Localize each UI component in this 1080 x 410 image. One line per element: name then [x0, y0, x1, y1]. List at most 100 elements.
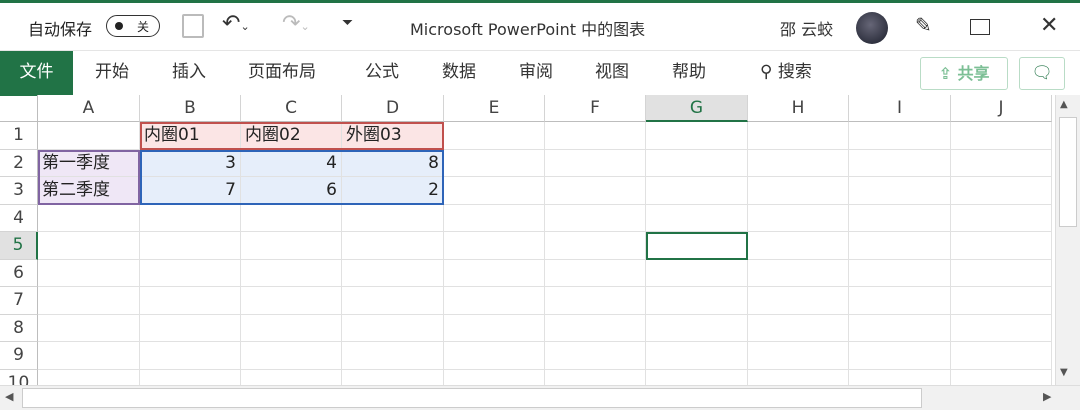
cell-A7[interactable]	[38, 287, 140, 315]
cell-J1[interactable]	[951, 122, 1052, 150]
undo-icon[interactable]: ↶⌄	[222, 11, 250, 36]
column-header-H[interactable]: H	[748, 95, 849, 122]
row-header-6[interactable]: 6	[0, 259, 38, 287]
cell-F9[interactable]	[545, 342, 646, 370]
column-header-E[interactable]: E	[444, 95, 545, 122]
cell-C5[interactable]	[241, 232, 342, 260]
cell-D6[interactable]	[342, 259, 444, 287]
search-box[interactable]: ⚲ 搜索	[760, 51, 812, 96]
cell-J8[interactable]	[951, 314, 1052, 342]
cell-F8[interactable]	[545, 314, 646, 342]
cell-F6[interactable]	[545, 259, 646, 287]
row-header-1[interactable]: 1	[0, 122, 38, 150]
cell-E10[interactable]	[444, 369, 545, 385]
cell-A6[interactable]	[38, 259, 140, 287]
cell-H3[interactable]	[748, 177, 849, 205]
cell-I4[interactable]	[849, 204, 951, 232]
comments-button[interactable]: 🗨	[1019, 57, 1065, 90]
column-header-I[interactable]: I	[849, 95, 951, 122]
customize-toolbar-icon[interactable]: ⏷	[342, 15, 353, 31]
cell-H9[interactable]	[748, 342, 849, 370]
cell-I5[interactable]	[849, 232, 951, 260]
cell-A1[interactable]	[38, 122, 140, 150]
cell-G2[interactable]	[646, 149, 748, 177]
cell-C10[interactable]	[241, 369, 342, 385]
cell-D8[interactable]	[342, 314, 444, 342]
cell-C6[interactable]	[241, 259, 342, 287]
cell-J2[interactable]	[951, 149, 1052, 177]
cell-H5[interactable]	[748, 232, 849, 260]
tab-page-layout[interactable]: 页面布局	[248, 51, 316, 96]
cell-D9[interactable]	[342, 342, 444, 370]
ribbon-display-icon[interactable]	[970, 19, 990, 35]
cell-D5[interactable]	[342, 232, 444, 260]
cell-J5[interactable]	[951, 232, 1052, 260]
cell-E8[interactable]	[444, 314, 545, 342]
tab-file[interactable]: 文件	[0, 51, 73, 96]
save-icon[interactable]	[182, 14, 204, 38]
vertical-scrollbar[interactable]: ▲ ▼	[1055, 95, 1080, 385]
cell-E2[interactable]	[444, 149, 545, 177]
cell-B10[interactable]	[140, 369, 241, 385]
cell-E1[interactable]	[444, 122, 545, 150]
horizontal-scroll-thumb[interactable]	[22, 388, 922, 408]
cell-E5[interactable]	[444, 232, 545, 260]
cell-D7[interactable]	[342, 287, 444, 315]
cell-J7[interactable]	[951, 287, 1052, 315]
cell-G10[interactable]	[646, 369, 748, 385]
column-header-G[interactable]: G	[646, 95, 748, 122]
scroll-right-icon[interactable]: ▶	[1043, 390, 1051, 403]
select-all-corner[interactable]	[0, 95, 38, 122]
cell-H2[interactable]	[748, 149, 849, 177]
cell-G9[interactable]	[646, 342, 748, 370]
column-header-C[interactable]: C	[241, 95, 342, 122]
cell-B9[interactable]	[140, 342, 241, 370]
cell-H4[interactable]	[748, 204, 849, 232]
cell-H7[interactable]	[748, 287, 849, 315]
row-header-2[interactable]: 2	[0, 149, 38, 177]
column-header-A[interactable]: A	[38, 95, 140, 122]
avatar[interactable]	[856, 12, 888, 44]
vertical-scroll-thumb[interactable]	[1059, 117, 1077, 227]
redo-icon[interactable]: ↷⌄	[282, 11, 310, 36]
cell-I3[interactable]	[849, 177, 951, 205]
cell-E3[interactable]	[444, 177, 545, 205]
column-header-F[interactable]: F	[545, 95, 646, 122]
cell-I10[interactable]	[849, 369, 951, 385]
scroll-down-icon[interactable]: ▼	[1060, 367, 1068, 378]
column-header-J[interactable]: J	[951, 95, 1052, 122]
cell-E9[interactable]	[444, 342, 545, 370]
cell-G8[interactable]	[646, 314, 748, 342]
tab-help[interactable]: 帮助	[672, 51, 706, 96]
cell-F10[interactable]	[545, 369, 646, 385]
row-header-5[interactable]: 5	[0, 232, 38, 260]
cell-D4[interactable]	[342, 204, 444, 232]
cell-C4[interactable]	[241, 204, 342, 232]
scroll-up-icon[interactable]: ▲	[1060, 99, 1068, 110]
cell-C9[interactable]	[241, 342, 342, 370]
cell-I6[interactable]	[849, 259, 951, 287]
cell-B5[interactable]	[140, 232, 241, 260]
cell-B4[interactable]	[140, 204, 241, 232]
share-button[interactable]: ⇪ 共享	[920, 57, 1008, 90]
cell-H6[interactable]	[748, 259, 849, 287]
row-header-10[interactable]: 10	[0, 369, 38, 385]
cell-J6[interactable]	[951, 259, 1052, 287]
cell-H1[interactable]	[748, 122, 849, 150]
cell-G6[interactable]	[646, 259, 748, 287]
cell-F1[interactable]	[545, 122, 646, 150]
cell-H8[interactable]	[748, 314, 849, 342]
cell-J10[interactable]	[951, 369, 1052, 385]
cell-A5[interactable]	[38, 232, 140, 260]
tab-review[interactable]: 审阅	[519, 51, 553, 96]
cell-D10[interactable]	[342, 369, 444, 385]
cell-F4[interactable]	[545, 204, 646, 232]
cell-I8[interactable]	[849, 314, 951, 342]
scroll-left-icon[interactable]: ◀	[5, 390, 13, 403]
worksheet-grid[interactable]: A B C D E F G H I J 1 内圈01 内圈02 外圈03 2 第一季度 3 4 8 3 第二季度 7 6 2 4…	[0, 95, 1055, 385]
autosave-toggle[interactable]: 关	[106, 15, 160, 37]
cell-F5[interactable]	[545, 232, 646, 260]
cell-F3[interactable]	[545, 177, 646, 205]
cell-J3[interactable]	[951, 177, 1052, 205]
tab-home[interactable]: 开始	[95, 51, 129, 96]
